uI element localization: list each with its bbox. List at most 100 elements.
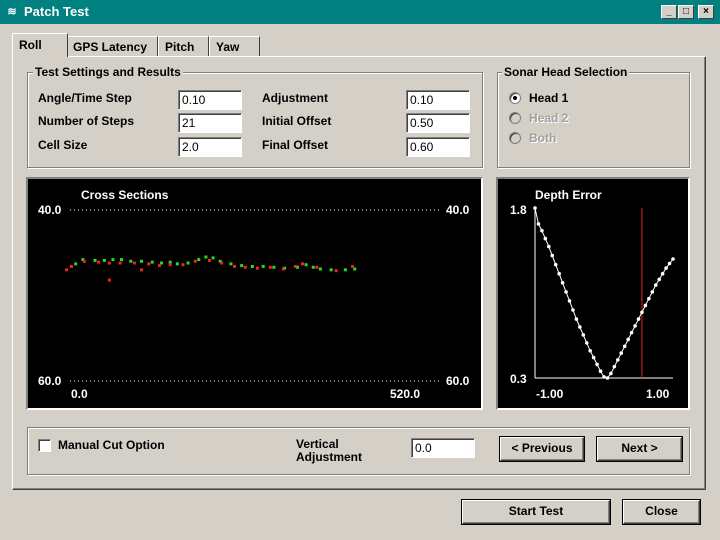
cross-section-point	[186, 261, 190, 265]
cross-section-point	[220, 261, 224, 265]
radio-head-1-circle[interactable]	[509, 92, 521, 104]
depth-error-point	[584, 341, 589, 345]
depth-error-point	[616, 358, 620, 362]
cross-section-point	[140, 268, 144, 272]
cross-section-point	[111, 258, 115, 262]
depth-error-point	[602, 375, 606, 379]
depth-error-point	[671, 257, 675, 261]
tab-roll[interactable]: Roll	[12, 33, 68, 57]
vertical-adjustment-label-line1: Vertical	[296, 437, 339, 451]
manual-cut-option[interactable]: Manual Cut Option	[38, 438, 178, 454]
depth-error-plot: Depth Error 1.8 0.3 -1.00 1.00	[496, 177, 690, 410]
tab-pitch[interactable]: Pitch	[158, 36, 209, 56]
cross-section-point	[147, 262, 151, 266]
cross-section-point	[160, 261, 164, 265]
cross-section-point	[229, 262, 233, 266]
radio-both-label: Both	[529, 131, 557, 145]
depth-error-point	[543, 236, 548, 241]
adjustment-input[interactable]: 0.10	[406, 90, 470, 110]
cs-y-top-right-label: 40.0	[446, 203, 470, 217]
active-tab-join	[13, 55, 67, 58]
angle-time-step-input[interactable]: 0.10	[178, 90, 242, 110]
initial-offset-input[interactable]: 0.50	[406, 113, 470, 133]
cross-section-point	[102, 258, 106, 262]
cross-section-point	[168, 260, 172, 264]
tab-yaw[interactable]: Yaw	[209, 36, 260, 56]
depth-error-point	[533, 206, 537, 210]
cs-x-left-label: 0.0	[71, 387, 88, 401]
depth-error-point	[622, 344, 627, 349]
cross-section-point	[74, 262, 78, 266]
radio-head-2-circle	[509, 112, 521, 124]
close-button[interactable]: Close	[623, 500, 700, 524]
depth-error-point	[567, 299, 572, 303]
test-settings-group-label: Test Settings and Results	[33, 65, 183, 79]
depth-error-point	[633, 324, 637, 328]
depth-error-point	[553, 262, 558, 267]
depth-error-point	[550, 253, 555, 258]
depth-error-point	[557, 271, 561, 276]
cross-section-point	[351, 264, 355, 268]
start-test-button[interactable]: Start Test	[462, 500, 610, 524]
cross-sections-points	[64, 255, 357, 282]
depth-error-point	[629, 330, 634, 335]
cross-section-point	[261, 264, 265, 268]
radio-both-circle	[509, 132, 521, 144]
minimize-button[interactable]: _	[661, 5, 677, 19]
next-button[interactable]: Next >	[597, 437, 682, 461]
window-title: Patch Test	[24, 4, 89, 19]
radio-head-2-label: Head 2	[529, 111, 569, 125]
vertical-adjustment-input[interactable]: 0.0	[411, 438, 475, 458]
cross-section-point	[132, 261, 136, 265]
number-of-steps-input[interactable]: 21	[178, 113, 242, 133]
depth-error-point	[571, 308, 575, 312]
manual-cut-checkbox[interactable]	[38, 439, 51, 452]
title-bar[interactable]: ≋ Patch Test _ □ ×	[0, 0, 720, 24]
depth-error-point	[643, 303, 648, 308]
cross-section-point	[107, 261, 111, 265]
cross-section-point	[150, 260, 154, 264]
close-window-button[interactable]: ×	[698, 5, 714, 19]
de-x-right-label: 1.00	[646, 387, 670, 401]
cross-section-point	[120, 258, 124, 262]
tab-gps-latency[interactable]: GPS Latency	[66, 36, 158, 56]
depth-error-point	[547, 244, 551, 249]
cell-size-input[interactable]: 2.0	[178, 137, 242, 157]
tab-gps-latency-label: GPS Latency	[73, 40, 148, 54]
cross-section-point	[140, 259, 144, 263]
final-offset-input[interactable]: 0.60	[406, 137, 470, 157]
depth-error-point	[605, 376, 610, 380]
app-icon: ≋	[7, 6, 17, 18]
cross-section-point	[243, 265, 247, 269]
radio-head-1-label: Head 1	[529, 91, 569, 105]
close-icon: ×	[703, 6, 709, 17]
cross-section-point	[343, 268, 347, 272]
depth-error-point	[647, 296, 651, 301]
cross-section-point	[353, 267, 357, 271]
depth-error-point	[664, 266, 668, 270]
depth-error-point	[609, 371, 613, 376]
radio-head-1[interactable]: Head 1	[509, 91, 629, 107]
initial-offset-label: Initial Offset	[262, 114, 332, 128]
angle-time-step-label: Angle/Time Step	[38, 91, 132, 105]
depth-error-point	[581, 333, 586, 337]
depth-error-point	[564, 290, 568, 294]
cross-section-point	[168, 263, 172, 267]
de-y-top-label: 1.8	[510, 203, 527, 217]
depth-error-point	[595, 362, 599, 367]
cs-x-right-label: 520.0	[390, 387, 420, 401]
de-y-bottom-label: 0.3	[510, 372, 527, 386]
radio-both: Both	[509, 131, 629, 147]
previous-button[interactable]: < Previous	[500, 437, 584, 461]
tab-yaw-label: Yaw	[216, 40, 240, 54]
cross-section-point	[129, 259, 133, 263]
depth-error-title: Depth Error	[535, 188, 602, 202]
cross-section-point	[329, 268, 333, 272]
maximize-button[interactable]: □	[678, 5, 694, 19]
depth-error-point	[588, 349, 592, 353]
cross-section-point	[69, 264, 73, 268]
cross-section-point	[281, 267, 285, 271]
depth-error-point	[591, 355, 596, 360]
cross-section-point	[233, 264, 237, 268]
manual-cut-label: Manual Cut Option	[58, 438, 165, 452]
